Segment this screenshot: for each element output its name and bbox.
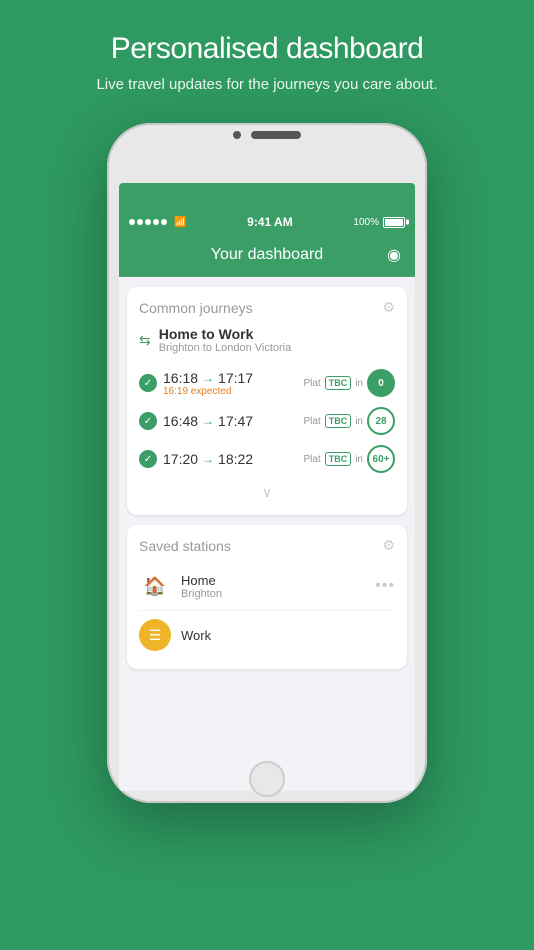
app-header-title: Your dashboard — [211, 246, 323, 264]
minutes-badge: 60+ — [367, 445, 395, 473]
plat-label: Plat — [303, 378, 320, 389]
journey-subtitle: Brighton to London Victoria — [159, 342, 292, 354]
platform-section: Plat TBC in 0 — [303, 369, 395, 397]
station-name: Home — [181, 573, 365, 588]
tbc-badge: TBC — [325, 376, 352, 390]
time-display: 17:20 → 18:22 — [163, 451, 297, 467]
journeys-settings-icon[interactable]: ⚙ — [382, 299, 395, 316]
arrow-icon: → — [202, 371, 214, 385]
journey-name: Home to Work — [159, 326, 292, 342]
platform-section: Plat TBC in 28 — [303, 407, 395, 435]
saved-stations-card: Saved stations ⚙ 🏠 Home Brighton ••• — [127, 525, 407, 669]
in-label: in — [355, 454, 363, 465]
status-left: 📶 — [129, 217, 186, 228]
arrive-time: 17:47 — [218, 413, 253, 429]
delayed-text: 16:19 expected — [163, 386, 253, 397]
check-icon: ✓ — [139, 412, 157, 430]
wifi-icon: 📶 — [174, 217, 186, 228]
arrive-time: 17:17 — [218, 370, 253, 386]
depart-time: 16:18 — [163, 370, 198, 386]
home-button[interactable] — [249, 761, 285, 797]
content-area: Common journeys ⚙ ⇆ Home to Work Brighto… — [119, 277, 415, 791]
check-icon: ✓ — [139, 450, 157, 468]
signal-icon — [129, 219, 167, 225]
journeys-card-header: Common journeys ⚙ — [139, 299, 395, 316]
page-header: Personalised dashboard Live travel updat… — [76, 0, 457, 105]
more-options-icon[interactable]: ••• — [375, 577, 395, 595]
page-subtitle: Live travel updates for the journeys you… — [96, 74, 437, 95]
station-icon-home: 🏠 — [139, 570, 171, 602]
arrow-icon: → — [202, 414, 214, 428]
stations-settings-icon[interactable]: ⚙ — [382, 537, 395, 554]
journeys-section-title: Common journeys — [139, 300, 253, 316]
station-info: Work — [181, 628, 395, 643]
phone-screen: 📶 9:41 AM 100% Your dashboard ◉ — [119, 183, 415, 791]
status-time: 9:41 AM — [247, 215, 293, 229]
divider — [139, 610, 395, 611]
plat-label: Plat — [303, 416, 320, 427]
arrow-icon: → — [202, 452, 214, 466]
eye-icon[interactable]: ◉ — [387, 245, 401, 265]
tbc-badge: TBC — [325, 452, 352, 466]
tbc-badge: TBC — [325, 414, 352, 428]
page-background: Personalised dashboard Live travel updat… — [0, 0, 534, 950]
app-header: Your dashboard ◉ — [119, 233, 415, 277]
depart-time: 16:48 — [163, 413, 198, 429]
train-row[interactable]: ✓ 16:18 → 17:17 16:19 expected Plat — [139, 364, 395, 402]
time-display: 16:48 → 17:47 — [163, 413, 297, 429]
phone-top-area — [107, 131, 427, 139]
plat-label: Plat — [303, 454, 320, 465]
station-info: Home Brighton — [181, 573, 365, 600]
check-icon: ✓ — [139, 374, 157, 392]
platform-section: Plat TBC in 60+ — [303, 445, 395, 473]
work-circle-icon: ☰ — [139, 619, 171, 651]
station-row[interactable]: 🏠 Home Brighton ••• — [139, 564, 395, 608]
stations-section-title: Saved stations — [139, 538, 231, 554]
station-row[interactable]: ☰ Work — [139, 613, 395, 657]
journey-header: ⇆ Home to Work Brighton to London Victor… — [139, 326, 395, 354]
station-place: Brighton — [181, 588, 365, 600]
status-bar: 📶 9:41 AM 100% — [119, 211, 415, 233]
battery-icon — [383, 217, 405, 228]
train-row[interactable]: ✓ 17:20 → 18:22 Plat TBC in 60+ — [139, 440, 395, 478]
time-group: 16:18 → 17:17 16:19 expected — [163, 370, 253, 397]
battery-percentage: 100% — [353, 217, 379, 228]
stations-card-header: Saved stations ⚙ — [139, 537, 395, 554]
camera-icon — [233, 131, 241, 139]
page-title: Personalised dashboard — [96, 32, 437, 66]
phone-frame: 📶 9:41 AM 100% Your dashboard ◉ — [107, 123, 427, 803]
minutes-badge: 0 — [367, 369, 395, 397]
swap-arrows-icon: ⇆ — [139, 332, 151, 349]
show-more-button[interactable]: ∨ — [139, 478, 395, 503]
station-name: Work — [181, 628, 395, 643]
battery-fill — [385, 219, 403, 226]
common-journeys-card: Common journeys ⚙ ⇆ Home to Work Brighto… — [127, 287, 407, 515]
depart-time: 17:20 — [163, 451, 198, 467]
in-label: in — [355, 378, 363, 389]
time-display: 16:18 → 17:17 — [163, 370, 253, 386]
minutes-badge: 28 — [367, 407, 395, 435]
in-label: in — [355, 416, 363, 427]
station-icon-work: ☰ — [139, 619, 171, 651]
train-row[interactable]: ✓ 16:48 → 17:47 Plat TBC in 28 — [139, 402, 395, 440]
speaker-icon — [251, 131, 301, 139]
status-right: 100% — [353, 217, 405, 228]
journey-info: Home to Work Brighton to London Victoria — [159, 326, 292, 354]
arrive-time: 18:22 — [218, 451, 253, 467]
